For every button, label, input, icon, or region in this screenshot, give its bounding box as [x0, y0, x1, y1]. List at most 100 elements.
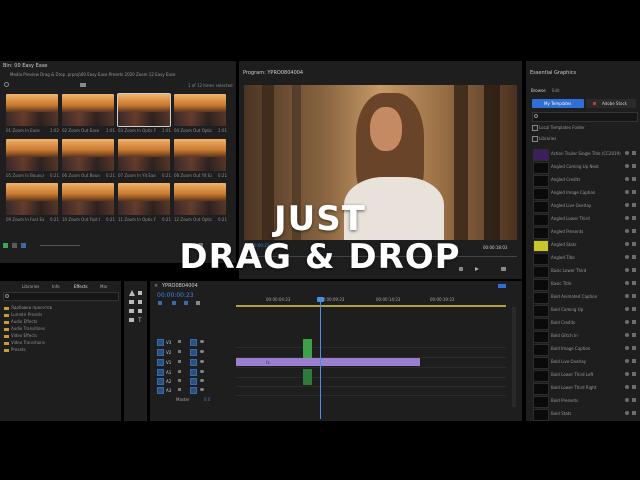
- star-icon[interactable]: [632, 190, 636, 194]
- effects-folder[interactable]: Lumetri Presets: [4, 312, 42, 317]
- track-label[interactable]: A3: [166, 388, 171, 393]
- lock-icon[interactable]: [178, 379, 181, 382]
- info-icon[interactable]: [625, 320, 629, 324]
- close-icon[interactable]: ×: [154, 283, 158, 289]
- tab-effects[interactable]: Effects: [74, 284, 88, 289]
- slip-tool-icon[interactable]: [129, 309, 134, 313]
- info-icon[interactable]: [625, 151, 629, 155]
- track-target-toggle[interactable]: [157, 369, 164, 376]
- template-item[interactable]: Action Trailer Single Title (CC2019): [531, 148, 639, 161]
- type-tool-icon[interactable]: T: [138, 317, 142, 324]
- tab-edit[interactable]: Edit: [552, 88, 560, 93]
- info-icon[interactable]: [625, 164, 629, 168]
- track-target-toggle[interactable]: [157, 359, 164, 366]
- lock-icon[interactable]: [178, 340, 181, 343]
- track-target-toggle[interactable]: [157, 339, 164, 346]
- star-icon[interactable]: [632, 411, 636, 415]
- star-icon[interactable]: [632, 320, 636, 324]
- track-label[interactable]: A2: [166, 379, 171, 384]
- effects-folder[interactable]: Ядобавки пресетов: [4, 305, 52, 310]
- star-icon[interactable]: [632, 151, 636, 155]
- toggle-output-icon[interactable]: [190, 339, 197, 346]
- eye-icon[interactable]: [200, 350, 204, 353]
- effects-search-input[interactable]: [3, 292, 119, 301]
- track-label[interactable]: V2: [166, 350, 171, 355]
- template-item[interactable]: Bold Live Overlay: [531, 356, 639, 369]
- solo-toggle[interactable]: [200, 388, 204, 391]
- effects-folder[interactable]: Presets: [4, 347, 26, 352]
- effects-folder[interactable]: Video Transitions: [4, 340, 45, 345]
- track-label[interactable]: A1: [166, 370, 171, 375]
- star-icon[interactable]: [632, 177, 636, 181]
- timeline-scroll-bar[interactable]: [498, 284, 506, 288]
- info-icon[interactable]: [625, 385, 629, 389]
- local-templates-checkbox[interactable]: [532, 125, 538, 131]
- solo-toggle[interactable]: [200, 379, 204, 382]
- clip-thumbnail[interactable]: [174, 94, 226, 126]
- template-item[interactable]: Bold Animated Caption: [531, 291, 639, 304]
- search-icon[interactable]: [4, 82, 9, 87]
- wrench-icon[interactable]: [196, 301, 200, 305]
- mute-toggle[interactable]: [190, 369, 197, 376]
- clip-thumbnail[interactable]: [118, 139, 170, 171]
- timeline-vertical-scrollbar[interactable]: [512, 307, 516, 407]
- playhead-handle[interactable]: [317, 297, 324, 302]
- track-target-toggle[interactable]: [157, 349, 164, 356]
- template-item[interactable]: Bold Credits: [531, 317, 639, 330]
- essential-graphics-title[interactable]: Essential Graphics: [530, 70, 576, 76]
- project-panel-title[interactable]: Bin: 00 Easy Ease: [3, 63, 48, 69]
- snap-icon[interactable]: [158, 301, 162, 305]
- lock-icon[interactable]: [178, 360, 181, 363]
- work-area-bar[interactable]: [236, 305, 506, 307]
- clip-thumbnail[interactable]: [6, 139, 58, 171]
- info-icon[interactable]: [625, 294, 629, 298]
- hand-tool-icon[interactable]: [129, 318, 134, 322]
- video-clip-purple[interactable]: fx: [236, 358, 420, 366]
- info-icon[interactable]: [625, 359, 629, 363]
- star-icon[interactable]: [632, 164, 636, 168]
- template-item[interactable]: Bold Lower Third Left: [531, 369, 639, 382]
- adobe-stock-button[interactable]: Adobe Stock: [586, 99, 636, 108]
- template-item[interactable]: Bold Glitch In: [531, 330, 639, 343]
- clip-thumbnail[interactable]: [174, 139, 226, 171]
- track-target-toggle[interactable]: [157, 387, 164, 394]
- lock-icon[interactable]: [178, 350, 181, 353]
- star-icon[interactable]: [632, 307, 636, 311]
- info-icon[interactable]: [625, 372, 629, 376]
- star-icon[interactable]: [632, 372, 636, 376]
- track-label[interactable]: V3: [166, 340, 171, 345]
- lock-icon[interactable]: [178, 370, 181, 373]
- template-item[interactable]: Bold Image Caption: [531, 343, 639, 356]
- info-icon[interactable]: [625, 398, 629, 402]
- pen-tool-icon[interactable]: [138, 309, 142, 313]
- program-monitor-title[interactable]: Program: YPRO0804004: [243, 70, 303, 76]
- template-search-input[interactable]: [532, 112, 638, 122]
- template-item[interactable]: Bold Stats: [531, 408, 639, 421]
- tab-markers[interactable]: Mar: [100, 284, 108, 289]
- template-item[interactable]: Bold Presents: [531, 395, 639, 408]
- info-icon[interactable]: [625, 346, 629, 350]
- template-item[interactable]: Angled Coming Up Next: [531, 161, 639, 174]
- info-icon[interactable]: [625, 333, 629, 337]
- lock-icon[interactable]: [178, 388, 181, 391]
- effects-folder[interactable]: Video Effects: [4, 333, 37, 338]
- template-item[interactable]: Angled Credits: [531, 174, 639, 187]
- toggle-output-icon[interactable]: [190, 359, 197, 366]
- star-icon[interactable]: [632, 398, 636, 402]
- eye-icon[interactable]: [200, 360, 204, 363]
- track-label[interactable]: V1: [166, 360, 171, 365]
- ripple-edit-tool-icon[interactable]: [129, 300, 134, 304]
- star-icon[interactable]: [632, 333, 636, 337]
- mute-toggle[interactable]: [190, 387, 197, 394]
- playhead[interactable]: [320, 299, 321, 419]
- libraries-checkbox[interactable]: [532, 136, 538, 142]
- tab-info[interactable]: Info: [52, 284, 60, 289]
- eye-icon[interactable]: [200, 340, 204, 343]
- info-icon[interactable]: [625, 307, 629, 311]
- solo-toggle[interactable]: [200, 370, 204, 373]
- folder-icon[interactable]: [80, 83, 86, 87]
- star-icon[interactable]: [632, 294, 636, 298]
- info-icon[interactable]: [625, 281, 629, 285]
- adjustment-clip-green[interactable]: [303, 339, 312, 358]
- info-icon[interactable]: [625, 190, 629, 194]
